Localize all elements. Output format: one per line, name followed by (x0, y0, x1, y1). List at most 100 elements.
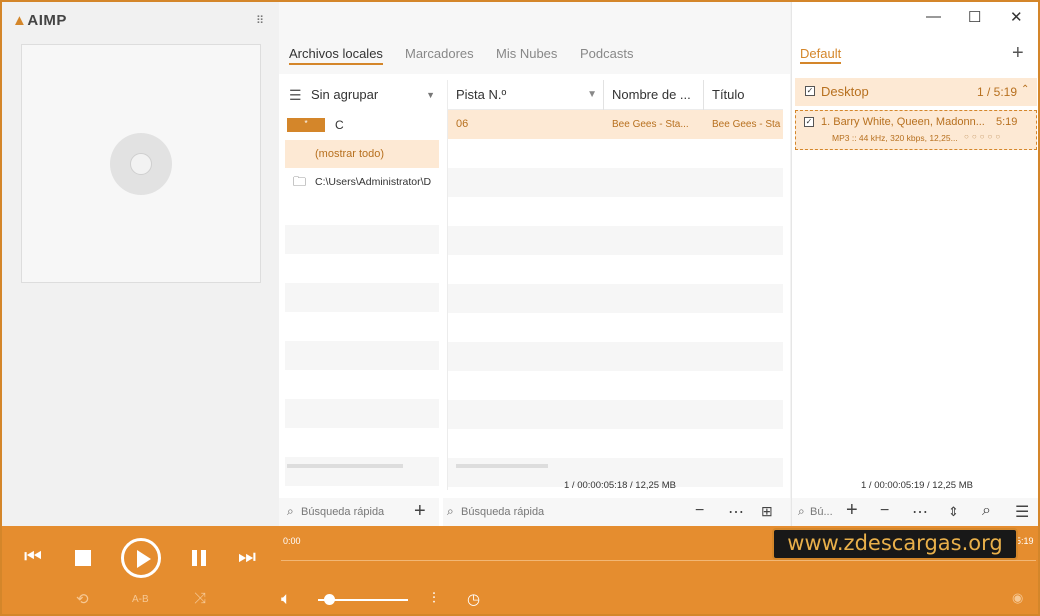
empty-row (285, 254, 439, 283)
empty-row (448, 284, 783, 313)
play-button[interactable] (121, 538, 161, 578)
empty-row (448, 313, 783, 342)
empty-row (285, 196, 439, 225)
table-search-input[interactable]: Búsqueda rápida (461, 506, 544, 518)
watermark: www.zdescargas.org (772, 528, 1018, 560)
empty-row (448, 168, 783, 197)
time-total: 5:19 (1016, 536, 1034, 546)
search-icon: ⌕ (287, 504, 294, 518)
scheduler-icon[interactable]: ◷ (467, 590, 480, 608)
library-status: 1 / 00:00:05:18 / 12,25 MB (564, 480, 676, 491)
close-icon[interactable]: ✕ (1010, 8, 1023, 26)
table-row[interactable]: 06 Bee Gees - Sta... Bee Gees - Sta (448, 110, 783, 139)
aimp-window: ▲AIMP ⠿ Archivos locales Marcadores Mis … (0, 0, 1040, 616)
empty-row (448, 429, 783, 458)
cover-panel: ▲AIMP ⠿ (2, 2, 279, 526)
group-checkbox[interactable]: ✓ (805, 86, 815, 96)
seek-bar[interactable] (281, 560, 1036, 561)
search-button-icon[interactable]: ⌕ (982, 502, 991, 520)
volume-icon[interactable]: 🔈︎ (281, 589, 291, 609)
menu-icon: ☰ (289, 87, 302, 103)
disc-hole (130, 153, 152, 175)
empty-row (285, 399, 439, 428)
cell-name: Bee Gees - Sta... (612, 119, 689, 130)
shuffle-icon[interactable]: ⤨ (194, 590, 206, 607)
empty-row (448, 226, 783, 255)
search-icon: ⌕ (447, 504, 454, 518)
pause-icon-right[interactable] (201, 550, 206, 566)
pause-icon-left[interactable] (192, 550, 197, 566)
more-options-icon[interactable]: ⋯ (728, 502, 744, 522)
grid-view-icon[interactable]: ⊞ (761, 503, 773, 520)
rating-stars[interactable]: ○○○○○ (964, 132, 1003, 141)
playlist-search-input[interactable]: Bú... (810, 506, 833, 518)
tab-my-clouds[interactable]: Mis Nubes (496, 46, 557, 61)
folder-tree: ☰ Sin agrupar ▼ * C (mostrar todo) 🗀 C:\… (285, 80, 439, 490)
collapse-icon[interactable]: ⌃ (1021, 84, 1029, 95)
equalizer-icon[interactable]: ⫶ (432, 590, 436, 607)
empty-row (448, 139, 783, 168)
play-icon (137, 550, 151, 568)
album-art (21, 44, 261, 283)
volume-knob[interactable] (323, 594, 335, 605)
empty-row (285, 341, 439, 370)
playlist-group-header[interactable]: ✓ Desktop 1 / 5:19 ⌃ (795, 78, 1037, 106)
tab-bookmarks[interactable]: Marcadores (405, 46, 474, 61)
sort-icon[interactable]: ⇕ (948, 504, 959, 520)
grouping-dropdown[interactable]: ☰ Sin agrupar ▼ (285, 80, 439, 110)
add-playlist-button[interactable]: + (1012, 42, 1024, 65)
logo-triangle-icon: ▲ (12, 12, 28, 29)
broadcast-icon[interactable]: ◉ (1012, 590, 1023, 606)
playlist-toolbar: ⌕ Bú... + − ⋯ ⇕ ⌕ ☰ (792, 498, 1038, 526)
track-table: Pista N.º ▼ Nombre de ... Título 06 Bee … (447, 80, 783, 490)
time-current: 0:00 (283, 536, 301, 546)
tab-podcasts[interactable]: Podcasts (580, 46, 633, 61)
library-panel: Archivos locales Marcadores Mis Nubes Po… (279, 2, 790, 526)
empty-row (448, 342, 783, 371)
cell-track-number: 06 (456, 118, 469, 130)
menu-icon[interactable]: ☰ (1015, 502, 1029, 522)
remove-button[interactable]: − (880, 502, 889, 520)
add-folder-button[interactable]: + (414, 500, 426, 523)
grip-icon[interactable]: ⠿ (256, 14, 264, 27)
app-logo: ▲AIMP (12, 12, 67, 29)
col-track-number[interactable]: Pista N.º ▼ (448, 80, 604, 110)
filter-icon[interactable]: ▼ (587, 80, 597, 110)
empty-row (285, 225, 439, 254)
disc-icon (110, 133, 172, 195)
remove-button[interactable]: − (695, 502, 704, 520)
next-icon[interactable]: ⏭ (238, 546, 256, 569)
folder-item[interactable]: 🗀 C:\Users\Administrator\D (285, 168, 439, 196)
drive-icon: * (287, 118, 325, 132)
table-header: Pista N.º ▼ Nombre de ... Título (448, 80, 783, 110)
show-all-item[interactable]: (mostrar todo) (285, 140, 439, 168)
cell-title: Bee Gees - Sta (712, 119, 781, 130)
ab-repeat-button[interactable]: A-B (132, 594, 149, 605)
playlist-tab-default[interactable]: Default (800, 46, 842, 64)
tab-local-files[interactable]: Archivos locales (289, 46, 383, 65)
folder-icon: 🗀 (293, 174, 307, 189)
empty-row (285, 312, 439, 341)
empty-row (285, 428, 439, 457)
tree-search-input[interactable]: Búsqueda rápida (301, 506, 384, 518)
track-checkbox[interactable]: ✓ (804, 117, 814, 127)
empty-row (448, 255, 783, 284)
stop-icon[interactable] (75, 550, 91, 566)
repeat-icon[interactable]: ⟲ (76, 590, 89, 608)
previous-icon[interactable]: ⏮ (24, 546, 42, 569)
maximize-icon[interactable]: ☐ (968, 8, 981, 26)
playlist-panel: — ☐ ✕ Default + ✓ Desktop 1 / 5:19 ⌃ ✓ 1… (791, 2, 1038, 526)
empty-row (448, 400, 783, 429)
add-button[interactable]: + (846, 499, 858, 522)
drive-item[interactable]: * C (285, 110, 439, 140)
more-options-icon[interactable]: ⋯ (912, 502, 928, 522)
playlist-track[interactable]: ✓ 1. Barry White, Queen, Madonn... 5:19 … (795, 110, 1037, 150)
chevron-down-icon: ▼ (426, 90, 435, 100)
col-name[interactable]: Nombre de ... (604, 80, 704, 110)
tree-scrollbar[interactable] (287, 464, 403, 468)
table-scrollbar[interactable] (456, 464, 548, 468)
tree-search-bar: ⌕ Búsqueda rápida + (279, 498, 439, 526)
library-tabs: Archivos locales Marcadores Mis Nubes Po… (279, 2, 790, 74)
col-title[interactable]: Título (704, 80, 784, 110)
minimize-icon[interactable]: — (926, 8, 941, 25)
